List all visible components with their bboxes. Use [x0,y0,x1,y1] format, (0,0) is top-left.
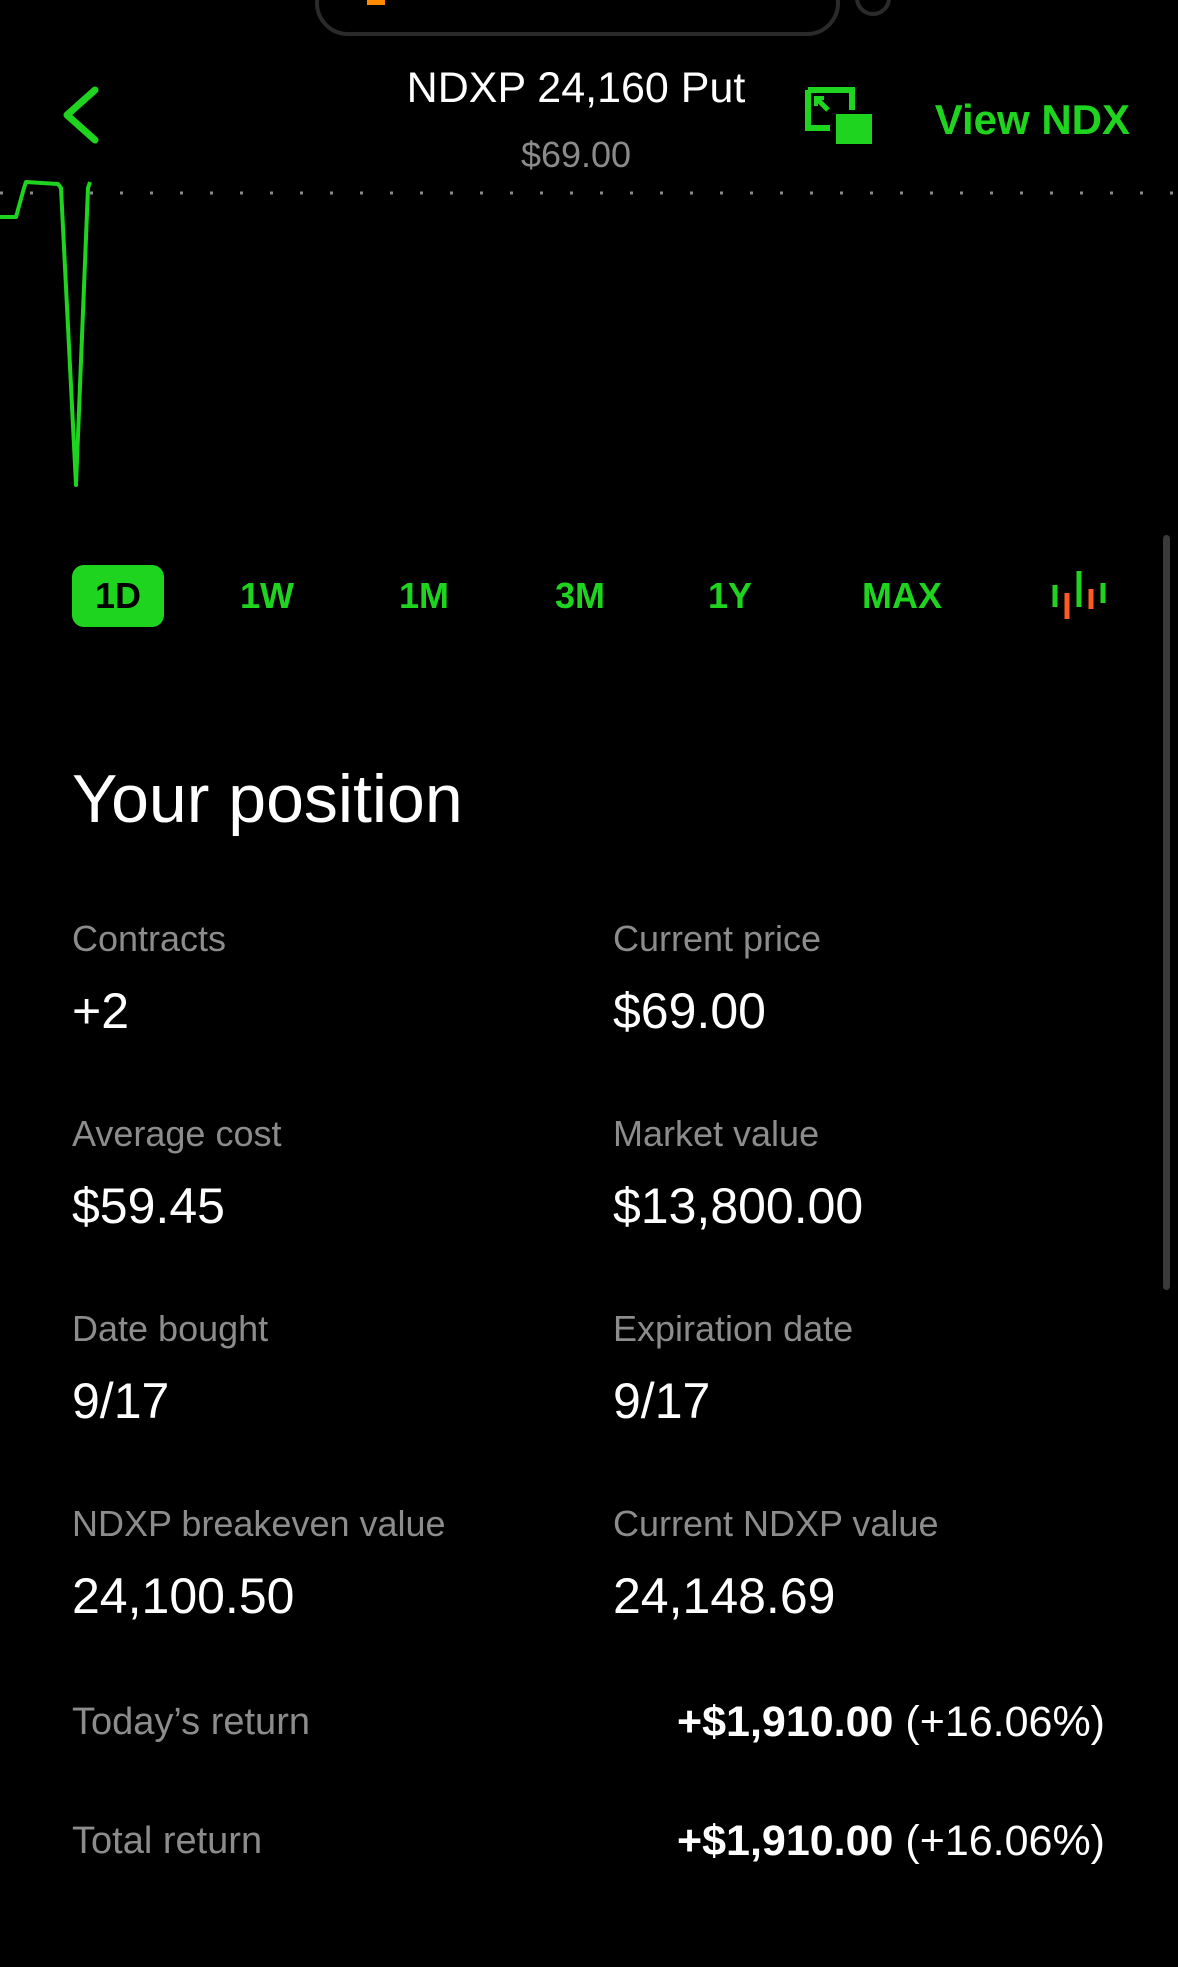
picture-in-picture-button[interactable] [802,84,874,148]
current-ndxp-value: 24,148.69 [613,1568,836,1624]
todays-return-label: Today’s return [72,1701,310,1743]
page-title: NDXP 24,160 Put [406,64,746,112]
back-button[interactable] [55,80,115,150]
breakeven-value: 24,100.50 [72,1568,295,1624]
breakeven-label: NDXP breakeven value [72,1503,446,1544]
chevron-left-icon [63,86,99,144]
candlestick-chart-icon [1052,571,1106,619]
scrollbar[interactable] [1163,535,1170,1290]
range-selector: 1D 1W 1M 3M 1Y MAX [72,565,1106,627]
contracts-value: +2 [72,983,130,1039]
range-1w[interactable]: 1W [227,565,307,627]
section-title: Your position [72,761,463,837]
todays-return-percent: (+16.06%) [905,1698,1105,1746]
average-cost-label: Average cost [72,1113,282,1154]
total-return-percent: (+16.06%) [905,1817,1105,1865]
total-return-label: Total return [72,1820,263,1862]
range-1m[interactable]: 1M [384,565,464,627]
chart-type-button[interactable] [1047,565,1107,627]
date-bought-label: Date bought [72,1308,269,1349]
average-cost-value: $59.45 [72,1178,225,1234]
total-return-amount: +$1,910.00 [677,1817,894,1865]
total-return-value: +$1,910.00 (+16.06%) [677,1817,1105,1866]
price-line [0,180,92,487]
range-1y[interactable]: 1Y [695,565,765,627]
current-price-label: Current price [613,918,822,959]
expiration-date-value: 9/17 [613,1373,711,1429]
picture-in-picture-icon [805,87,872,144]
todays-return-value: +$1,910.00 (+16.06%) [677,1698,1105,1747]
todays-return-amount: +$1,910.00 [677,1698,894,1746]
view-ndx-link[interactable]: View NDX [935,96,1130,144]
current-price-value: $69.00 [613,983,766,1039]
activity-indicator [367,0,385,5]
status-dot [855,0,891,16]
current-ndxp-label: Current NDXP value [613,1503,939,1544]
range-max[interactable]: MAX [852,565,952,627]
dynamic-island [315,0,840,36]
expiration-date-label: Expiration date [613,1308,854,1349]
contracts-label: Contracts [72,918,227,959]
range-1d[interactable]: 1D [72,565,164,627]
range-3m[interactable]: 3M [540,565,620,627]
market-value-label: Market value [613,1113,820,1154]
date-bought-value: 9/17 [72,1373,170,1429]
price-chart[interactable] [0,160,1178,500]
market-value-value: $13,800.00 [613,1178,864,1234]
